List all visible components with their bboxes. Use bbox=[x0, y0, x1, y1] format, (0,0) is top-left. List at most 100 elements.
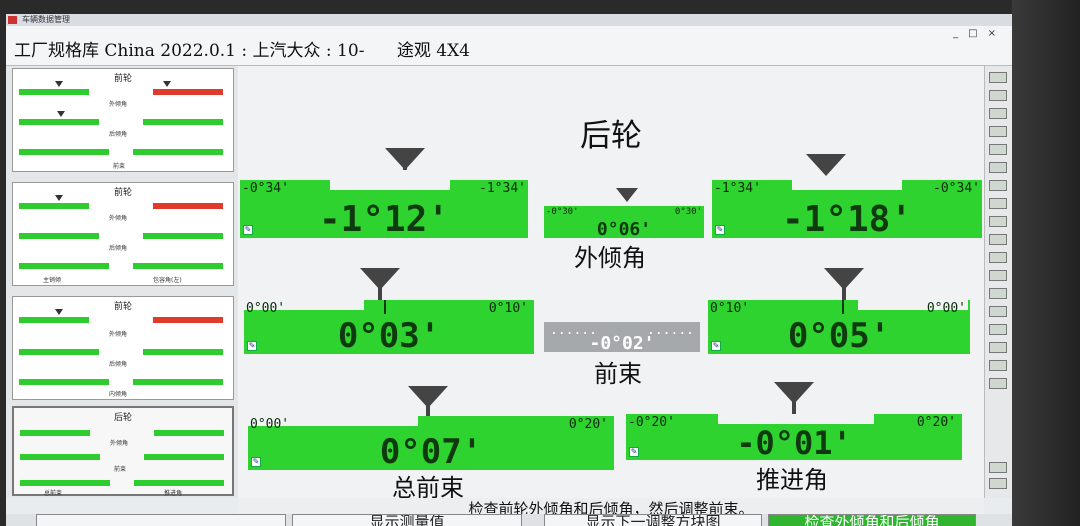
thumb-bar bbox=[20, 480, 110, 486]
tool-icon[interactable] bbox=[989, 324, 1007, 335]
edit-icon[interactable]: ✎ bbox=[629, 447, 639, 457]
thumbnail-front-2[interactable]: 前轮 外倾角 后倾角 主销倾 包容角(左) bbox=[12, 182, 234, 286]
app-bar-text: 车辆数据管理 bbox=[22, 15, 70, 24]
screen-title: 后轮 bbox=[580, 118, 642, 154]
tool-icon[interactable] bbox=[989, 126, 1007, 137]
thumb-bar bbox=[19, 89, 89, 95]
tool-icon[interactable] bbox=[989, 288, 1007, 299]
tool-icon[interactable] bbox=[989, 108, 1007, 119]
maximize-button[interactable]: □ bbox=[968, 28, 987, 39]
gauge-min: 0°10' bbox=[710, 301, 750, 316]
thumbnail-rear[interactable]: 后轮 外倾角 前束 总前束 推进角 bbox=[12, 406, 234, 497]
thumb-bar bbox=[19, 349, 99, 355]
camber-center-gauge: -0°30' 0°30' 0°06' bbox=[544, 206, 704, 238]
gauge-min: 0°00' bbox=[246, 301, 286, 316]
tool-icon[interactable] bbox=[989, 462, 1007, 473]
thumb-bar-out bbox=[153, 89, 223, 95]
tool-icon[interactable] bbox=[989, 270, 1007, 281]
thumb-bar bbox=[20, 454, 100, 460]
gauge-value: -0°01' bbox=[736, 424, 852, 460]
tool-icon[interactable] bbox=[989, 252, 1007, 263]
thumb-label: 外倾角 bbox=[109, 331, 128, 338]
gauge-max: -1°34' bbox=[479, 181, 526, 196]
thumbnail-title: 前轮 bbox=[113, 302, 132, 312]
gauge-min: 0°00' bbox=[250, 417, 290, 432]
tool-icon[interactable] bbox=[989, 180, 1007, 191]
close-button[interactable]: × bbox=[988, 28, 1006, 39]
gauge-value: -1°18' bbox=[781, 199, 913, 238]
gauge-value: 0°03' bbox=[337, 316, 441, 354]
next-block-button[interactable]: 显示下一调整方块图 bbox=[544, 514, 762, 526]
gauge-max: 0°00' bbox=[926, 301, 966, 316]
gauge-value: 0°06' bbox=[596, 219, 652, 238]
thumb-label: 内倾角 bbox=[109, 391, 128, 398]
toe-center-gauge: ...... ...... -0°02' bbox=[544, 322, 700, 352]
thumb-bar bbox=[143, 349, 223, 355]
thumb-bar-out bbox=[153, 317, 223, 323]
thumb-label: 前束 bbox=[113, 163, 126, 170]
tool-icon[interactable] bbox=[989, 478, 1007, 489]
tool-icon[interactable] bbox=[989, 306, 1007, 317]
tool-icon[interactable] bbox=[989, 72, 1007, 83]
thumb-bar bbox=[19, 233, 99, 239]
tool-icon[interactable] bbox=[989, 342, 1007, 353]
show-measure-button[interactable]: 显示测量值 bbox=[292, 514, 522, 526]
monitor-frame bbox=[1012, 0, 1080, 526]
thumbnail-front-3[interactable]: 前轮 外倾角 后倾角 内倾角 bbox=[12, 296, 234, 400]
minimize-button[interactable]: _ bbox=[953, 28, 968, 39]
gauge-tick bbox=[384, 300, 386, 314]
screen: 车辆数据管理 工厂规格库 China 2022.0.1 : 上汽大众 : 10-… bbox=[6, 14, 1012, 526]
camber-center-pointer-icon bbox=[616, 188, 638, 202]
pointer-stem bbox=[842, 288, 846, 300]
tool-icon[interactable] bbox=[989, 90, 1007, 101]
pointer-icon bbox=[55, 81, 63, 87]
gauge-step bbox=[330, 180, 450, 190]
tool-icon[interactable] bbox=[989, 216, 1007, 227]
gauge-value: -0°02' bbox=[589, 333, 655, 352]
gauge-min: -0°30' bbox=[546, 207, 579, 217]
camber-label: 外倾角 bbox=[574, 244, 646, 272]
thumb-bar bbox=[19, 203, 89, 209]
app-bar: 车辆数据管理 bbox=[6, 14, 1012, 26]
thumb-bar bbox=[134, 480, 224, 486]
pointer-icon bbox=[163, 81, 171, 87]
pointer-icon bbox=[57, 111, 65, 117]
thumb-bar bbox=[133, 149, 223, 155]
gauge-tick bbox=[842, 300, 844, 314]
tool-icon[interactable] bbox=[989, 378, 1007, 389]
check-camber-caster-button[interactable]: 检查外倾角和后倾角 bbox=[768, 514, 976, 526]
camber-right-gauge: -1°34' -0°34' -1°18' ✎ bbox=[712, 180, 982, 238]
window-controls: _□× bbox=[953, 28, 1006, 39]
gauge-max: -0°34' bbox=[933, 181, 980, 196]
title-bar: 工厂规格库 China 2022.0.1 : 上汽大众 : 10- 途观 4X4… bbox=[6, 26, 1012, 66]
tool-icon[interactable] bbox=[989, 234, 1007, 245]
edit-icon[interactable]: ✎ bbox=[251, 457, 261, 467]
thumb-label: 总前束 bbox=[44, 490, 63, 497]
gauge-max: 0°30' bbox=[674, 207, 702, 217]
tool-icon[interactable] bbox=[989, 162, 1007, 173]
thumb-label: 主销倾 bbox=[43, 277, 62, 284]
thumbnail-title: 后轮 bbox=[113, 413, 132, 423]
edit-icon[interactable]: ✎ bbox=[715, 225, 725, 235]
camber-left-pointer-icon bbox=[385, 148, 425, 170]
thumb-bar bbox=[133, 379, 223, 385]
tool-icon[interactable] bbox=[989, 144, 1007, 155]
gauge-step bbox=[792, 180, 902, 190]
thumbnail-panel: 前轮 外倾角 后倾角 前束 前轮 外倾角 后倾角 主销倾 包容角(左) 前轮 外… bbox=[6, 66, 238, 498]
blank-button[interactable] bbox=[36, 514, 286, 526]
edit-icon[interactable]: ✎ bbox=[711, 341, 721, 351]
alignment-display: 后轮 -0°34' -1°34' -1°12' ✎ -0°30' 0°30' 0… bbox=[238, 66, 984, 502]
pointer-icon bbox=[55, 195, 63, 201]
tool-icon[interactable] bbox=[989, 198, 1007, 209]
thumbnail-front-1[interactable]: 前轮 外倾角 后倾角 前束 bbox=[12, 68, 234, 172]
edit-icon[interactable]: ✎ bbox=[243, 225, 253, 235]
window-title: 工厂规格库 China 2022.0.1 : 上汽大众 : 10- 途观 4X4 bbox=[14, 41, 470, 61]
tool-icon[interactable] bbox=[989, 360, 1007, 371]
thrust-label: 推进角 bbox=[756, 466, 828, 494]
pointer-icon bbox=[55, 309, 63, 315]
gauge-min: -0°34' bbox=[242, 181, 289, 196]
edit-icon[interactable]: ✎ bbox=[247, 341, 257, 351]
thrust-pointer-icon bbox=[774, 382, 814, 404]
thumb-bar bbox=[19, 149, 109, 155]
thumb-bar bbox=[20, 430, 90, 436]
